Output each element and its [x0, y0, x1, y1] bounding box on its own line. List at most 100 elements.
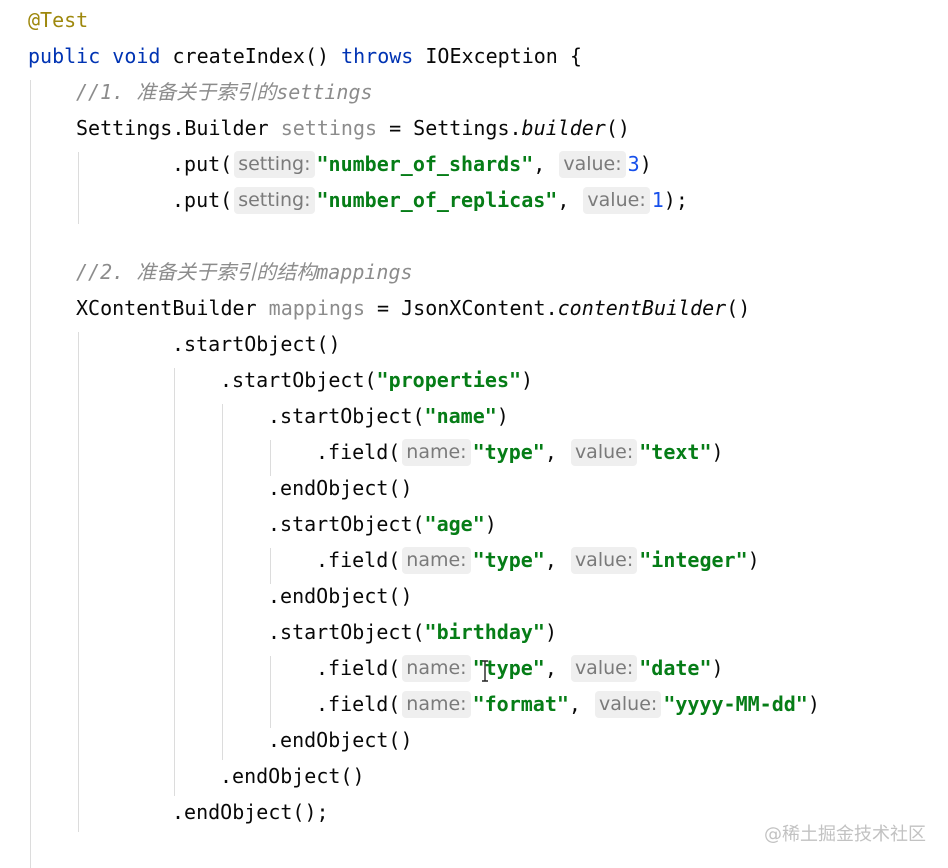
indent-guide	[30, 80, 31, 868]
parameter-hint: value:	[559, 151, 626, 178]
code-line: .endObject()	[268, 578, 413, 614]
code-token: public void	[28, 44, 173, 68]
code-token: )	[484, 512, 497, 536]
code-token: ,	[568, 692, 594, 716]
code-token: XContentBuilder	[76, 296, 269, 320]
code-token: )	[639, 152, 652, 176]
code-token: mappings	[268, 296, 365, 320]
code-token: @Test	[28, 8, 89, 32]
indent-guide	[222, 404, 223, 760]
parameter-hint: name:	[402, 439, 471, 466]
code-token: )	[544, 620, 558, 644]
code-token: .startObject(	[268, 620, 425, 644]
code-token: .endObject()	[220, 764, 365, 788]
code-line: public void createIndex() throws IOExcep…	[28, 38, 582, 74]
code-line: .field(name: "format", value: "yyyy-MM-dd"…	[316, 686, 820, 722]
code-token: ()	[605, 116, 630, 140]
code-line: XContentBuilder mappings = JsonXContent.…	[76, 290, 750, 326]
code-token: .startObject(	[268, 512, 425, 536]
parameter-hint: value:	[570, 439, 638, 466]
code-token: .endObject()	[268, 476, 413, 500]
code-token: ,	[544, 548, 569, 572]
code-token: "age"	[424, 512, 485, 536]
code-token: //2. 准备关于索引的结构mappings	[76, 260, 413, 284]
code-line: Settings.Builder settings = Settings.bui…	[76, 110, 630, 146]
code-line: .endObject();	[172, 794, 329, 830]
code-line: @Test	[28, 2, 88, 38]
code-token: builder	[521, 116, 606, 140]
code-token: contentBuilder	[557, 296, 727, 320]
code-token: "number_of_shards"	[316, 152, 534, 176]
code-line: .startObject("name")	[268, 398, 509, 434]
parameter-hint: value:	[570, 655, 638, 682]
code-token: "number_of_replicas"	[316, 188, 558, 212]
parameter-hint: value:	[595, 691, 662, 718]
text-cursor-icon	[482, 660, 488, 682]
code-token: .field(	[316, 548, 401, 572]
code-token: "text"	[639, 440, 712, 464]
code-line: .startObject("birthday")	[268, 614, 557, 650]
code-token: )	[711, 440, 724, 464]
code-token: "type"	[472, 548, 545, 572]
code-token: "yyyy-MM-dd"	[663, 692, 808, 716]
code-line: .put(setting: "number_of_replicas", value…	[172, 182, 688, 218]
code-line: .endObject()	[220, 758, 365, 794]
code-token: createIndex()	[172, 44, 342, 68]
code-token: IOException {	[425, 44, 582, 68]
code-token: ()	[726, 296, 751, 320]
indent-guide	[78, 152, 79, 224]
code-token: "name"	[424, 404, 497, 428]
code-line: .field(name: "type", value: "date")	[316, 650, 724, 686]
code-token: "format"	[472, 692, 569, 716]
code-token: .field(	[316, 440, 401, 464]
code-editor[interactable]: @Test public void createIndex() throws IO…	[0, 0, 948, 868]
code-token: "birthday"	[424, 620, 545, 644]
code-token: throws	[341, 44, 426, 68]
code-token: .put(	[172, 152, 233, 176]
indent-guide	[174, 368, 175, 796]
code-token: .endObject()	[268, 728, 413, 752]
code-token: )	[711, 656, 724, 680]
code-token: .endObject();	[172, 800, 329, 824]
code-token: .field(	[316, 656, 401, 680]
code-line: .endObject()	[268, 470, 413, 506]
code-token: .startObject()	[172, 332, 341, 356]
code-token: = Settings.	[377, 116, 522, 140]
code-token: );	[663, 188, 688, 212]
code-line: .put(setting: "number_of_shards", value: 3…	[172, 146, 652, 182]
code-token: .endObject()	[268, 584, 413, 608]
code-token: "date"	[639, 656, 712, 680]
indent-guide	[270, 656, 271, 728]
code-token: Settings.Builder	[76, 116, 281, 140]
parameter-hint: setting:	[234, 151, 315, 178]
code-token: "properties"	[376, 368, 522, 392]
code-line: //2. 准备关于索引的结构mappings	[76, 254, 413, 290]
code-token: = JsonXContent.	[364, 296, 558, 320]
parameter-hint: setting:	[234, 187, 315, 214]
code-token: )	[747, 548, 760, 572]
code-line: .startObject("properties")	[220, 362, 533, 398]
code-token: settings	[280, 116, 378, 140]
code-line: .field(name: "type", value: "text")	[316, 434, 724, 470]
code-line: .endObject()	[268, 722, 413, 758]
parameter-hint: name:	[402, 655, 471, 682]
code-token: .field(	[316, 692, 401, 716]
code-line: .startObject()	[172, 326, 341, 362]
code-token: "type"	[472, 440, 545, 464]
parameter-hint: name:	[402, 691, 471, 718]
code-token: )	[521, 368, 534, 392]
indent-guide	[78, 332, 79, 832]
code-token: ,	[533, 152, 558, 176]
code-token: ,	[544, 656, 569, 680]
code-token: .startObject(	[220, 368, 377, 392]
code-token: )	[496, 404, 509, 428]
watermark: @稀土掘金技术社区	[764, 824, 926, 845]
code-line: .startObject("age")	[268, 506, 497, 542]
code-token: 3	[627, 152, 640, 176]
parameter-hint: name:	[402, 547, 471, 574]
code-token: //1. 准备关于索引的settings	[76, 80, 373, 104]
parameter-hint: value:	[570, 547, 638, 574]
code-token: )	[807, 692, 820, 716]
parameter-hint: value:	[583, 187, 650, 214]
code-token: 1	[651, 188, 664, 212]
